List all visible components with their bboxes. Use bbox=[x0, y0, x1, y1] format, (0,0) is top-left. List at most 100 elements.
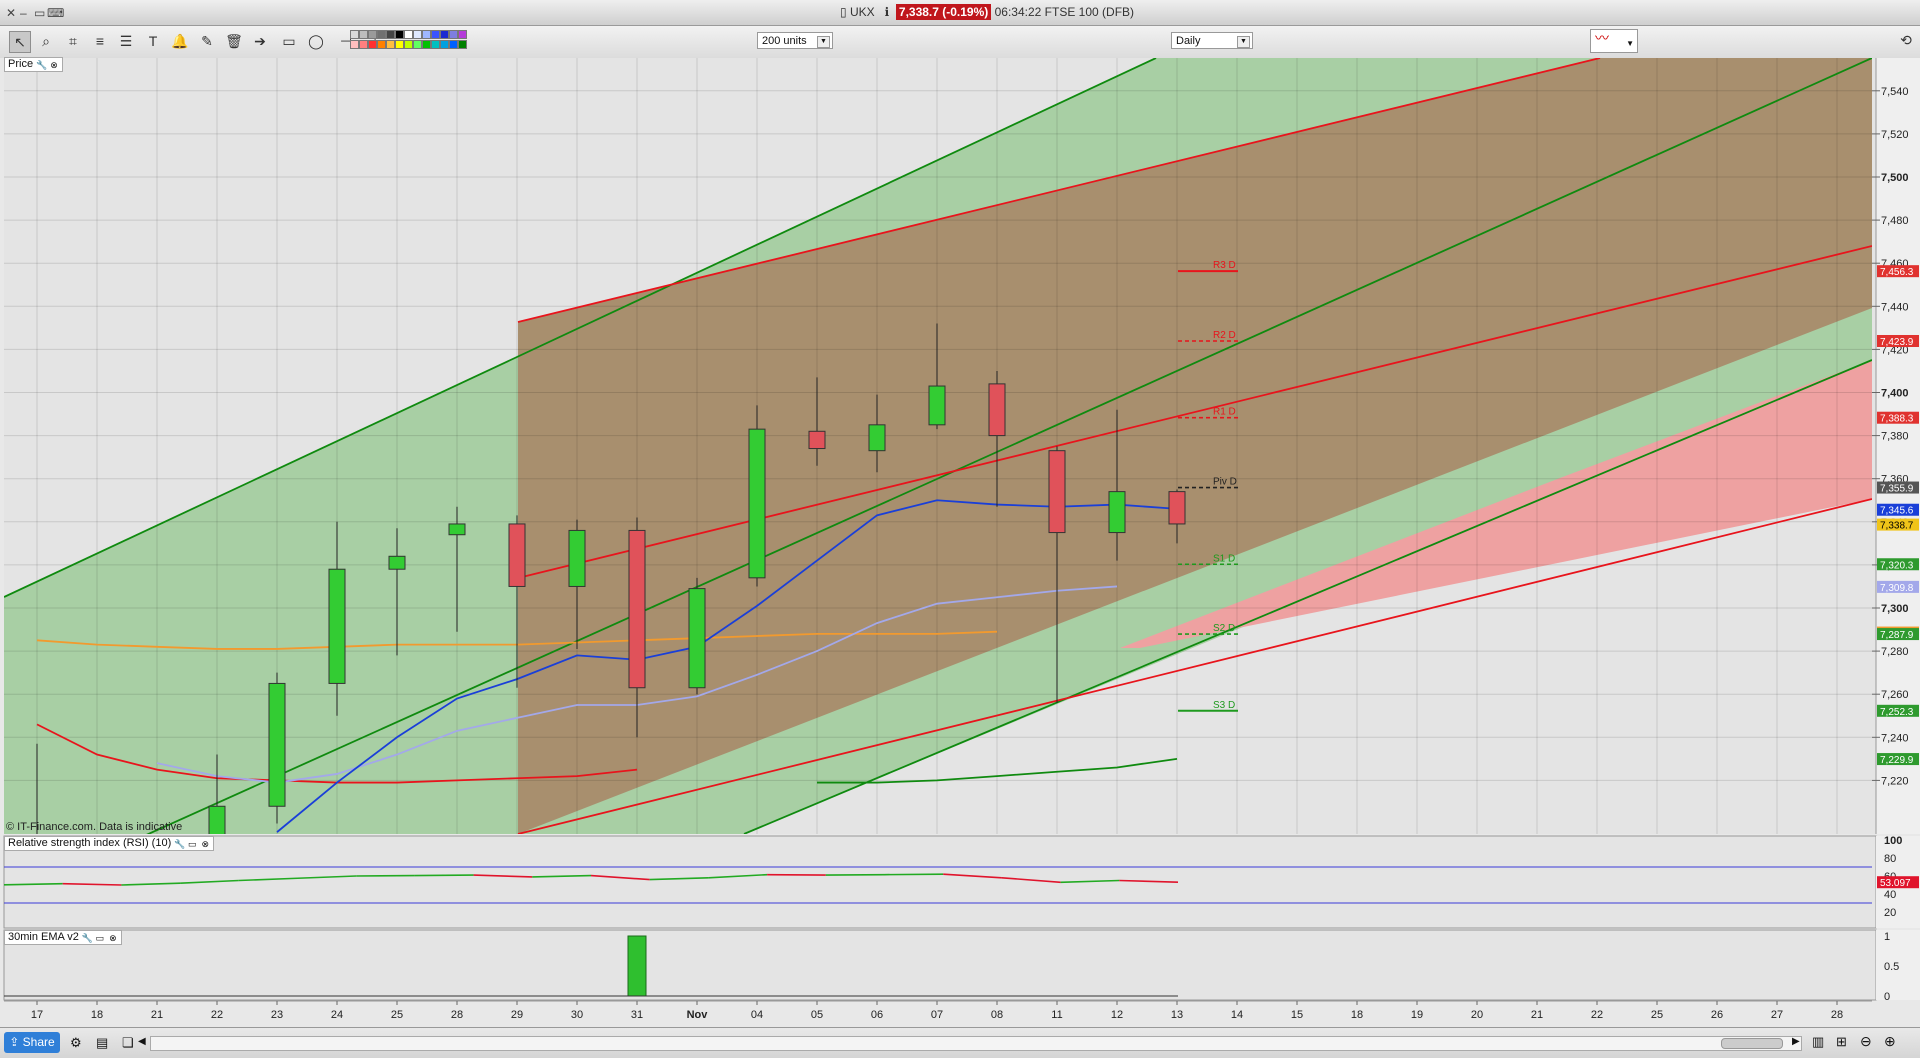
fib-icon[interactable]: ≡ bbox=[90, 31, 110, 51]
color-swatch[interactable] bbox=[431, 30, 440, 39]
color-swatch[interactable] bbox=[350, 30, 359, 39]
title-time: 06:34:22 FTSE 100 (DFB) bbox=[995, 5, 1134, 19]
scroll-right-icon[interactable]: ▶ bbox=[1792, 1036, 1800, 1047]
color-swatch[interactable] bbox=[413, 40, 422, 49]
date-tick-label: 28 bbox=[451, 1009, 463, 1021]
rsi-panel-background bbox=[4, 836, 1876, 928]
color-swatch[interactable] bbox=[404, 40, 413, 49]
chart-tool-icon[interactable]: ⌗ bbox=[63, 31, 83, 51]
rectangle-icon[interactable]: ▭ bbox=[279, 31, 299, 51]
date-tick-label: 18 bbox=[91, 1009, 103, 1021]
price-badge: 7,338.7 (-0.19%) bbox=[896, 4, 991, 20]
date-tick-label: 15 bbox=[1291, 1009, 1303, 1021]
chart-type-icon[interactable]: ▥ bbox=[1812, 1034, 1824, 1050]
date-tick-label: 17 bbox=[31, 1009, 43, 1021]
color-swatch[interactable] bbox=[395, 30, 404, 39]
date-tick-label: 12 bbox=[1111, 1009, 1123, 1021]
candle-body bbox=[1049, 451, 1065, 533]
minimize-window-icon[interactable]: – bbox=[20, 6, 27, 20]
color-swatch[interactable] bbox=[377, 30, 386, 39]
price-panel-label: Price🔧⊗ bbox=[4, 57, 63, 72]
interval-select[interactable]: Daily▼ bbox=[1171, 32, 1253, 49]
color-swatch[interactable] bbox=[386, 40, 395, 49]
color-swatch[interactable] bbox=[359, 30, 368, 39]
indicator-menu-button[interactable]: 〰▼ bbox=[1590, 29, 1638, 53]
date-tick-label: 22 bbox=[211, 1009, 223, 1021]
color-swatch[interactable] bbox=[413, 30, 422, 39]
date-tick-label: 08 bbox=[991, 1009, 1003, 1021]
arrow-icon[interactable]: ➔ bbox=[250, 31, 270, 51]
price-tick-label: 7,300 bbox=[1881, 603, 1909, 615]
scrollbar-thumb[interactable] bbox=[1721, 1038, 1783, 1049]
color-swatch[interactable] bbox=[440, 30, 449, 39]
color-swatch[interactable] bbox=[386, 30, 395, 39]
horizontal-scrollbar[interactable] bbox=[150, 1036, 1802, 1051]
color-swatch[interactable] bbox=[422, 40, 431, 49]
scroll-left-icon[interactable]: ◀ bbox=[138, 1036, 146, 1047]
zoom-icon[interactable]: ⌕ bbox=[36, 31, 56, 51]
wrench-icon[interactable]: 🔧 bbox=[174, 839, 184, 849]
pivot-label: Piv D bbox=[1213, 477, 1237, 488]
layers-icon[interactable]: ❏ bbox=[122, 1035, 134, 1051]
ruler-icon[interactable]: ✎ bbox=[197, 31, 217, 51]
color-swatch[interactable] bbox=[368, 30, 377, 39]
date-tick-label: 18 bbox=[1351, 1009, 1363, 1021]
date-tick-label: 24 bbox=[331, 1009, 343, 1021]
units-select[interactable]: 200 units▼ bbox=[757, 32, 833, 49]
pointer-icon[interactable]: ↖ bbox=[9, 31, 31, 53]
color-swatch[interactable] bbox=[359, 40, 368, 49]
pivot-label: S1 D bbox=[1213, 553, 1235, 564]
lines-icon[interactable]: ☰ bbox=[116, 31, 136, 51]
color-swatch[interactable] bbox=[350, 40, 359, 49]
alert-icon[interactable]: 🔔 bbox=[170, 31, 190, 51]
zoom-out-icon[interactable]: ⊖ bbox=[1860, 1033, 1872, 1050]
window-icon[interactable]: ▭ bbox=[95, 933, 105, 943]
zoom-in-icon[interactable]: ⊕ bbox=[1884, 1033, 1896, 1050]
candle-body bbox=[869, 425, 885, 451]
price-tick-label: 7,500 bbox=[1881, 172, 1909, 184]
date-tick-label: 30 bbox=[571, 1009, 583, 1021]
status-bar: ⇪ Share ⚙ ▤ ❏ ◀ ▶ ▥ ⊞ ⊖ ⊕ bbox=[0, 1027, 1920, 1058]
keyboard-icon[interactable]: ⌨ bbox=[47, 6, 64, 20]
color-swatch[interactable] bbox=[431, 40, 440, 49]
title-bar: ✕ – ▭ ⌨ ▯ UKX ℹ 7,338.7 (-0.19%) 06:34:2… bbox=[0, 0, 1920, 26]
info-icon[interactable]: ℹ bbox=[885, 5, 890, 19]
trash-icon[interactable]: 🗑 bbox=[224, 31, 244, 51]
date-axis bbox=[0, 1001, 1920, 1027]
close-circle-icon[interactable]: ⊗ bbox=[108, 933, 118, 943]
color-swatch[interactable] bbox=[395, 40, 404, 49]
color-swatch[interactable] bbox=[422, 30, 431, 39]
price-badge: 7,338.7 bbox=[1880, 521, 1914, 532]
text-icon[interactable]: T bbox=[143, 31, 163, 51]
price-tick-label: 7,240 bbox=[1881, 732, 1909, 744]
layout-icon[interactable]: ▤ bbox=[96, 1035, 108, 1051]
color-swatch[interactable] bbox=[458, 30, 467, 39]
share-button[interactable]: ⇪ Share bbox=[4, 1032, 60, 1053]
price-panel-title: Price bbox=[8, 58, 33, 70]
zoom-fit-icon[interactable]: ⊞ bbox=[1836, 1034, 1847, 1050]
date-tick-label: 13 bbox=[1171, 1009, 1183, 1021]
panel-toggle-icon[interactable]: ⟲ bbox=[1896, 30, 1916, 50]
candle-body bbox=[689, 589, 705, 688]
color-swatch[interactable] bbox=[440, 40, 449, 49]
color-swatch[interactable] bbox=[404, 30, 413, 39]
close-window-icon[interactable]: ✕ bbox=[6, 6, 16, 20]
units-select-value: 200 units bbox=[762, 35, 807, 47]
price-tick-label: 7,440 bbox=[1881, 301, 1909, 313]
color-swatch[interactable] bbox=[449, 40, 458, 49]
chart-area[interactable]: R3 DR2 DR1 DPiv DS1 DS2 DS3 D7,2207,2407… bbox=[0, 58, 1920, 1027]
wrench-icon[interactable]: 🔧 bbox=[36, 60, 46, 70]
close-circle-icon[interactable]: ⊗ bbox=[200, 839, 210, 849]
ellipse-icon[interactable]: ◯ bbox=[306, 31, 326, 51]
color-swatch[interactable] bbox=[458, 40, 467, 49]
rsi-tick-label: 40 bbox=[1884, 889, 1896, 901]
restore-window-icon[interactable]: ▭ bbox=[34, 6, 45, 20]
settings-icon[interactable]: ⚙ bbox=[70, 1035, 82, 1051]
color-swatch[interactable] bbox=[377, 40, 386, 49]
close-circle-icon[interactable]: ⊗ bbox=[49, 60, 59, 70]
window-icon[interactable]: ▭ bbox=[187, 839, 197, 849]
color-swatch[interactable] bbox=[449, 30, 458, 39]
wrench-icon[interactable]: 🔧 bbox=[82, 933, 92, 943]
color-swatch[interactable] bbox=[368, 40, 377, 49]
date-tick-label: 06 bbox=[871, 1009, 883, 1021]
